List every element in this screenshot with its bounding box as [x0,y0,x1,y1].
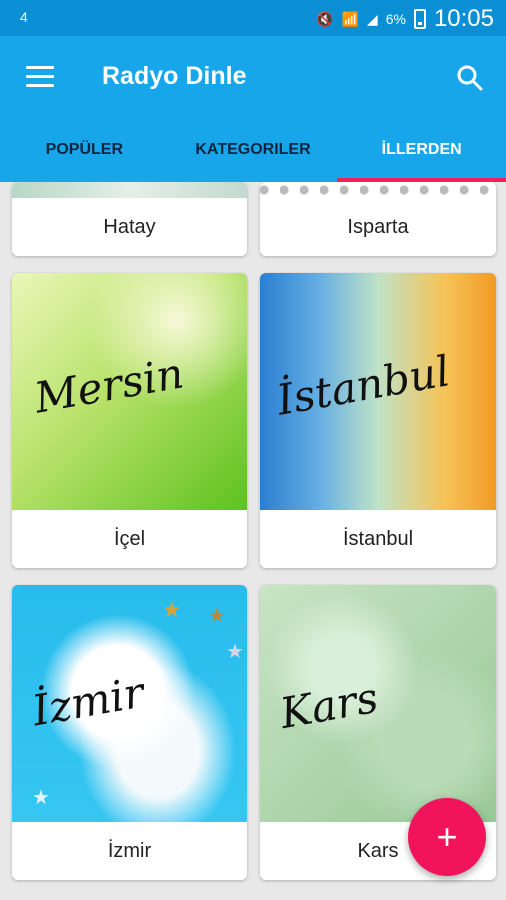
tab-bar: POPÜLER KATEGORILER İLLERDEN [0,118,506,182]
city-card-istanbul[interactable]: İstanbul İstanbul [260,273,496,568]
battery-icon [413,9,426,29]
clock: 10:05 [433,5,494,32]
star-icon: ★ [162,597,182,622]
notification-icon: 4 [20,9,28,25]
city-image [12,182,247,198]
signal-icon: ◢ [366,10,378,27]
city-image: Mersin [12,273,247,510]
search-icon[interactable] [456,64,484,92]
wifi-icon: 📶 [341,10,359,27]
city-label: Hatay [103,215,156,238]
city-image: Kars [260,585,496,822]
app-title: Radyo Dinle [102,62,247,90]
city-label: İzmir [107,839,152,862]
star-icon: ★ [208,605,226,627]
status-bar: 4 🔇 📶 ◢ 6% 10:05 [0,0,506,36]
status-icons: 🔇 📶 ◢ 6% 10:05 [316,5,494,33]
tab-illerden[interactable]: İLLERDEN [337,118,506,182]
star-icon: ★ [32,787,50,809]
city-image: ★ ★ ★ ★ İzmir [12,585,247,822]
city-image-text: Mersin [30,348,188,423]
city-image-text: İstanbul [273,346,454,425]
city-label: İstanbul [342,527,414,550]
hamburger-menu-icon[interactable] [26,66,54,88]
mute-icon: 🔇 [316,10,334,27]
city-image-text: İzmir [28,667,148,736]
city-card-izmir[interactable]: ★ ★ ★ ★ İzmir İzmir [12,585,247,880]
tab-kategoriler[interactable]: KATEGORILER [169,118,338,182]
tab-populer[interactable]: POPÜLER [0,118,169,182]
app-bar: Radyo Dinle POPÜLER KATEGORILER İLLERDEN [0,36,506,182]
city-card-isparta[interactable]: Isparta [260,182,496,256]
city-image-text: Kars [276,672,382,739]
city-label: Isparta [347,215,409,238]
city-image: İstanbul [260,273,496,510]
city-card-hatay[interactable]: Hatay [12,182,247,256]
city-label: İçel [113,527,146,550]
add-button[interactable]: + [408,798,486,876]
city-grid: Hatay Isparta Mersin İçel İstanbul İstan… [0,182,506,900]
star-icon: ★ [226,641,244,663]
city-card-icel[interactable]: Mersin İçel [12,273,247,568]
city-image [260,182,496,198]
battery-text: 6% [385,11,406,27]
